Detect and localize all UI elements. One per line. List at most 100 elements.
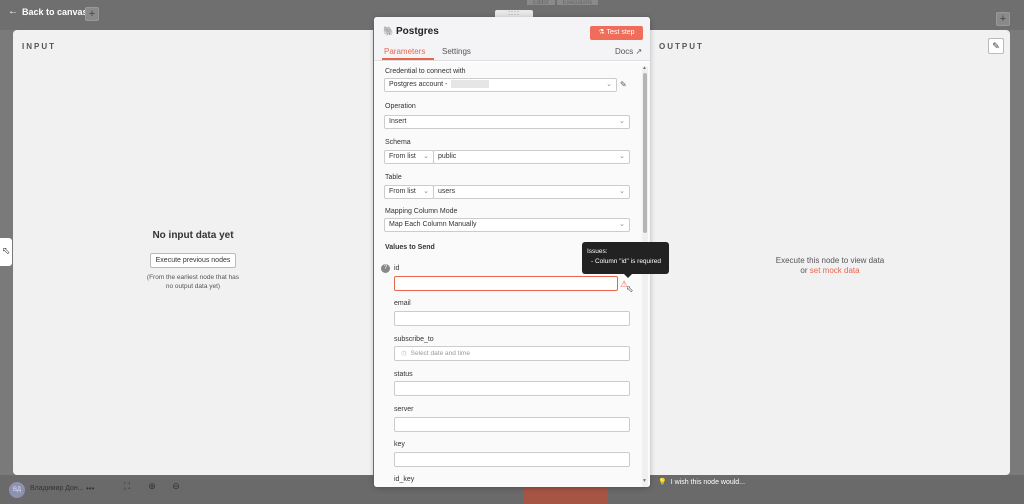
output-hint: Execute this node to view data or set mo… <box>650 256 1010 276</box>
output-hint-line2: or set mock data <box>650 266 1010 276</box>
mapping-label: Mapping Column Mode <box>385 208 458 215</box>
zoom-out-icon[interactable]: ⊖ <box>169 479 183 493</box>
cursor-icon: ⬁ <box>0 238 12 266</box>
add-tab-icon[interactable]: + <box>85 7 99 21</box>
tab-editor[interactable]: Editor <box>527 0 555 6</box>
input-hint: (From the earliest node that has no outp… <box>13 273 373 291</box>
field-id-key-label: id_key <box>394 476 415 483</box>
scroll-up-icon[interactable]: ▲ <box>642 65 647 71</box>
tab-executions[interactable]: Executions <box>556 0 599 6</box>
field-email-input[interactable] <box>394 311 630 326</box>
test-step-button[interactable]: ⚗ Test step <box>590 26 643 40</box>
fit-view-icon[interactable]: ⛶ <box>120 479 134 493</box>
node-title[interactable]: Postgres <box>396 26 439 37</box>
input-pane: INPUT No input data yet Execute previous… <box>13 30 373 475</box>
set-mock-data-link[interactable]: set mock data <box>810 266 860 275</box>
credential-value: Postgres account - <box>389 81 450 88</box>
flask-icon: ⚗ <box>598 29 605 36</box>
credential-select[interactable]: Postgres account - ⌄ <box>384 78 617 92</box>
mapping-value: Map Each Column Manually <box>389 221 477 228</box>
back-to-canvas-button[interactable]: ← Back to canvas <box>8 6 88 17</box>
table-mode-value: From list <box>389 188 416 195</box>
help-icon[interactable]: ? <box>381 264 390 273</box>
schema-mode-select[interactable]: From list ⌄ <box>384 150 434 164</box>
no-input-title: No input data yet <box>152 230 234 241</box>
chevron-down-icon: ⌄ <box>423 188 429 195</box>
execute-workflow-button[interactable] <box>524 485 608 504</box>
edit-output-button[interactable]: ✎ <box>988 38 1004 54</box>
field-subscribe-to-input[interactable]: ◷ Select date and time <box>394 346 630 361</box>
chevron-down-icon: ⌄ <box>619 188 625 195</box>
output-pane: OUTPUT ✎ Execute this node to view data … <box>650 30 1010 475</box>
back-label: Back to canvas <box>22 6 88 17</box>
field-subscribe-to-label: subscribe_to <box>394 336 434 343</box>
field-key-label: key <box>394 441 405 448</box>
schema-select[interactable]: public ⌄ <box>433 150 630 164</box>
docs-link[interactable]: Docs ↗ <box>615 47 642 56</box>
scrollbar-thumb[interactable] <box>643 73 647 233</box>
tab-parameters[interactable]: Parameters <box>384 47 425 56</box>
schema-mode-value: From list <box>389 153 416 160</box>
issues-tooltip: Issues: - Column "id" is required <box>582 242 669 274</box>
chevron-down-icon: ⌄ <box>619 221 625 228</box>
input-pane-title: INPUT <box>22 42 56 51</box>
active-tab-indicator <box>382 58 434 60</box>
mapping-select[interactable]: Map Each Column Manually ⌄ <box>384 218 630 232</box>
arrow-left-icon: ← <box>8 6 18 17</box>
schema-value: public <box>438 153 457 160</box>
tooltip-tail <box>624 274 632 278</box>
output-hint-or: or <box>800 266 808 275</box>
field-id-input[interactable] <box>394 276 618 291</box>
schema-label: Schema <box>385 139 411 146</box>
clock-icon: ◷ <box>401 350 407 357</box>
tooltip-title: Issues: <box>587 248 608 255</box>
mouse-pointer-icon: ⬁ <box>626 284 634 294</box>
table-mode-select[interactable]: From list ⌄ <box>384 185 434 199</box>
field-server-label: server <box>394 406 414 413</box>
external-link-icon: ↗ <box>635 47 643 56</box>
output-pane-title: OUTPUT <box>659 42 704 51</box>
table-label: Table <box>385 174 402 181</box>
add-node-icon[interactable]: + <box>996 12 1010 26</box>
avatar[interactable]: ВД <box>9 482 25 498</box>
wish-text: I wish this node would... <box>670 478 746 486</box>
field-id-label: id <box>394 265 400 272</box>
execute-previous-nodes-button[interactable]: Execute previous nodes <box>150 253 236 268</box>
scroll-down-icon[interactable]: ▼ <box>642 478 647 484</box>
edit-credential-icon[interactable]: ✎ <box>620 80 627 89</box>
subscribe-to-placeholder: Select date and time <box>410 350 470 357</box>
pencil-icon: ✎ <box>992 41 1000 51</box>
dialog-header: 🐘 Postgres ⚗ Test step Parameters Settin… <box>374 17 650 61</box>
field-status-label: status <box>394 371 413 378</box>
lightbulb-icon: 💡 <box>658 479 667 486</box>
input-hint-line2: no output data yet) <box>165 283 221 290</box>
operation-label: Operation <box>385 103 416 110</box>
output-hint-line1: Execute this node to view data <box>775 256 885 265</box>
input-hint-line1: (From the earliest node that has <box>146 274 240 281</box>
chevron-down-icon: ⌄ <box>423 153 429 160</box>
field-key-input[interactable] <box>394 452 630 467</box>
zoom-in-icon[interactable]: ⊕ <box>145 479 159 493</box>
redacted-text <box>451 80 490 89</box>
table-value: users <box>438 188 456 195</box>
operation-value: Insert <box>389 118 407 125</box>
wish-feedback[interactable]: 💡 I wish this node would... <box>658 478 746 487</box>
docs-label: Docs <box>615 47 634 56</box>
chevron-down-icon: ⌄ <box>619 153 625 160</box>
more-options-icon[interactable]: ••• <box>86 484 94 493</box>
top-tabs: Editor Executions <box>527 0 599 6</box>
field-status-input[interactable] <box>394 381 630 396</box>
field-server-input[interactable] <box>394 417 630 432</box>
postgres-icon: 🐘 <box>383 26 395 36</box>
values-to-send-header: Values to Send <box>385 244 435 251</box>
tab-settings[interactable]: Settings <box>442 47 471 56</box>
table-select[interactable]: users ⌄ <box>433 185 630 199</box>
chevron-down-icon: ⌄ <box>619 118 625 125</box>
credential-label: Credential to connect with <box>385 68 466 75</box>
test-step-label: Test step <box>606 29 635 36</box>
username: Владимир Дон... <box>30 485 84 492</box>
field-email-label: email <box>394 300 411 307</box>
tooltip-message: - Column "id" is required <box>591 258 662 265</box>
chevron-down-icon: ⌄ <box>606 81 612 88</box>
operation-select[interactable]: Insert ⌄ <box>384 115 630 129</box>
